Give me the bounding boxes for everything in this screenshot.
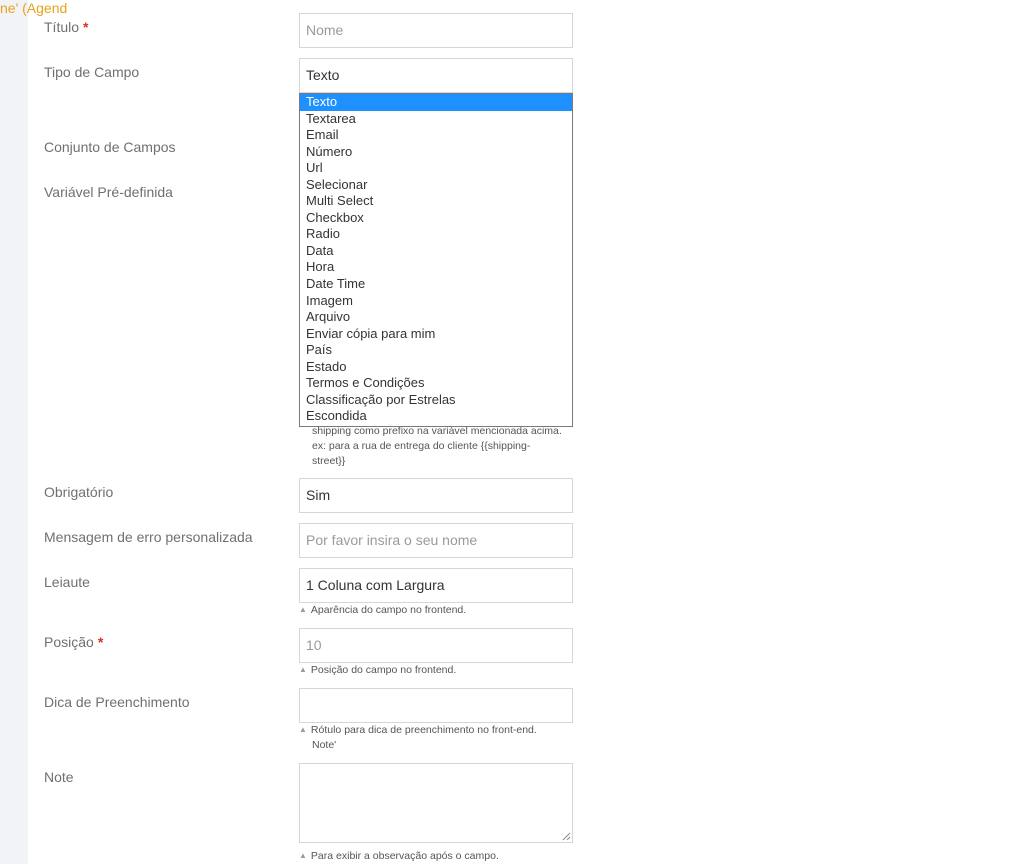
left-panel-edge [0,0,28,864]
note-hint-text: Para exibir a observação após o campo. [310,850,499,862]
title-label: Título * [44,19,88,35]
dropdown-option[interactable]: Classificação por Estrelas [300,392,572,409]
dropdown-option[interactable]: Url [300,160,572,177]
dropdown-option[interactable]: Data [300,243,572,260]
dropdown-option[interactable]: Número [300,144,572,161]
field-type-dropdown-list[interactable]: Texto Textarea Email Número Url Selecionar Mul… [299,93,573,427]
position-input[interactable]: 10 [299,628,573,663]
title-input[interactable]: Nome [299,13,573,48]
required-select[interactable]: Sim [299,478,573,513]
position-hint: ▲ Posição do campo no frontend. [299,663,559,678]
position-label: Posição * [44,634,103,650]
placeholder-hint-help-line1: Rótulo para dica de preenchimento no fro… [310,724,537,736]
placeholder-hint-label: Dica de Preenchimento [44,694,190,710]
dropdown-option[interactable]: Checkbox [300,210,572,227]
dropdown-option[interactable]: Enviar cópia para mim [300,326,572,343]
note-label: Note [44,769,74,785]
predefined-variable-help: shipping como prefixo na variável mencio… [312,425,562,467]
dropdown-option[interactable]: Hora [300,259,572,276]
dropdown-option[interactable]: Date Time [300,276,572,293]
title-label-text: Título [44,19,80,35]
dropdown-option[interactable]: Texto [300,94,572,111]
placeholder-hint-help: ▲ Rótulo para dica de preenchimento no fr… [299,723,559,753]
triangle-up-icon: ▲ [299,665,307,674]
dropdown-option[interactable]: País [300,342,572,359]
position-label-text: Posição [44,634,94,650]
dropdown-option[interactable]: Escondida [300,408,572,425]
layout-label: Leiaute [44,574,90,590]
layout-select[interactable]: 1 Coluna com Largura [299,568,573,603]
predefined-variable-label: Variável Pré-definida [44,184,173,200]
triangle-up-icon: ▲ [299,851,307,860]
placeholder-hint-input[interactable] [299,688,573,723]
dropdown-option[interactable]: Radio [300,226,572,243]
breadcrumb-fragment: ne' (Agend [0,0,68,16]
note-textarea[interactable] [299,763,573,843]
dropdown-option[interactable]: Email [300,127,572,144]
triangle-up-icon: ▲ [299,605,307,614]
dropdown-option[interactable]: Textarea [300,111,572,128]
placeholder-hint-help-line2: Note' [312,739,337,751]
required-asterisk: * [97,634,104,650]
custom-error-label: Mensagem de erro personalizada [44,529,253,545]
dropdown-option[interactable]: Arquivo [300,309,572,326]
layout-hint: ▲ Aparência do campo no frontend. [299,603,559,618]
dropdown-option[interactable]: Multi Select [300,193,572,210]
custom-error-input[interactable]: Por favor insira o seu nome [299,523,573,558]
field-type-select[interactable]: Texto [299,58,573,93]
layout-hint-text: Aparência do campo no frontend. [310,604,467,616]
required-asterisk: * [83,19,89,35]
dropdown-option[interactable]: Selecionar [300,177,572,194]
dropdown-option[interactable]: Estado [300,359,572,376]
resize-grip-icon[interactable] [561,831,571,841]
triangle-up-icon: ▲ [299,725,307,734]
dropdown-option[interactable]: Termos e Condições [300,375,572,392]
fieldset-label: Conjunto de Campos [44,139,176,155]
note-hint: ▲ Para exibir a observação após o campo. [299,849,559,864]
required-label: Obrigatório [44,484,114,500]
position-hint-text: Posição do campo no frontend. [310,664,457,676]
dropdown-option[interactable]: Imagem [300,293,572,310]
field-type-label: Tipo de Campo [44,64,140,80]
